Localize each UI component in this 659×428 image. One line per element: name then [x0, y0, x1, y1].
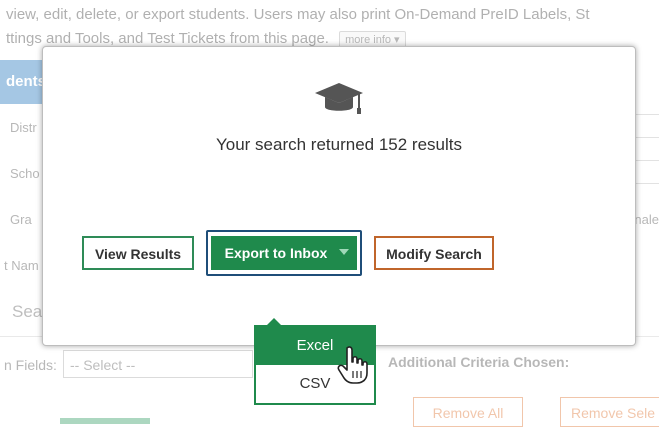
hand-pointer-cursor-icon — [337, 346, 368, 384]
grade-label: Gra — [10, 212, 32, 227]
school-field-edge[interactable] — [632, 160, 659, 184]
export-to-inbox-button[interactable]: Export to Inbox — [211, 236, 357, 270]
chevron-down-icon — [339, 249, 349, 255]
results-message: Your search returned 152 results — [215, 135, 463, 154]
search-results-modal: Your search returned 152 results — [42, 46, 636, 346]
view-results-button[interactable]: View Results — [82, 236, 194, 270]
graduation-cap-icon — [315, 83, 363, 114]
search-heading: Sea — [12, 302, 43, 321]
intro-text-line1: view, edit, delete, or export students. … — [6, 6, 590, 23]
menu-pointer — [266, 318, 282, 326]
school-label: Scho — [10, 166, 40, 181]
last-name-label: t Nam — [4, 258, 39, 273]
search-button-edge[interactable] — [60, 418, 150, 424]
remove-all-button[interactable]: Remove All — [413, 397, 523, 427]
district-field-edge[interactable] — [632, 114, 659, 138]
modify-search-button[interactable]: Modify Search — [374, 236, 494, 270]
additional-criteria-label: Additional Criteria Chosen: — [388, 354, 570, 370]
district-label: Distr — [10, 120, 37, 135]
remove-selected-button[interactable]: Remove Sele — [560, 397, 659, 427]
gender-label-edge: nale — [634, 212, 659, 227]
search-fields-select[interactable]: -- Select -- — [63, 350, 253, 378]
search-fields-label: n Fields: — [4, 357, 57, 373]
